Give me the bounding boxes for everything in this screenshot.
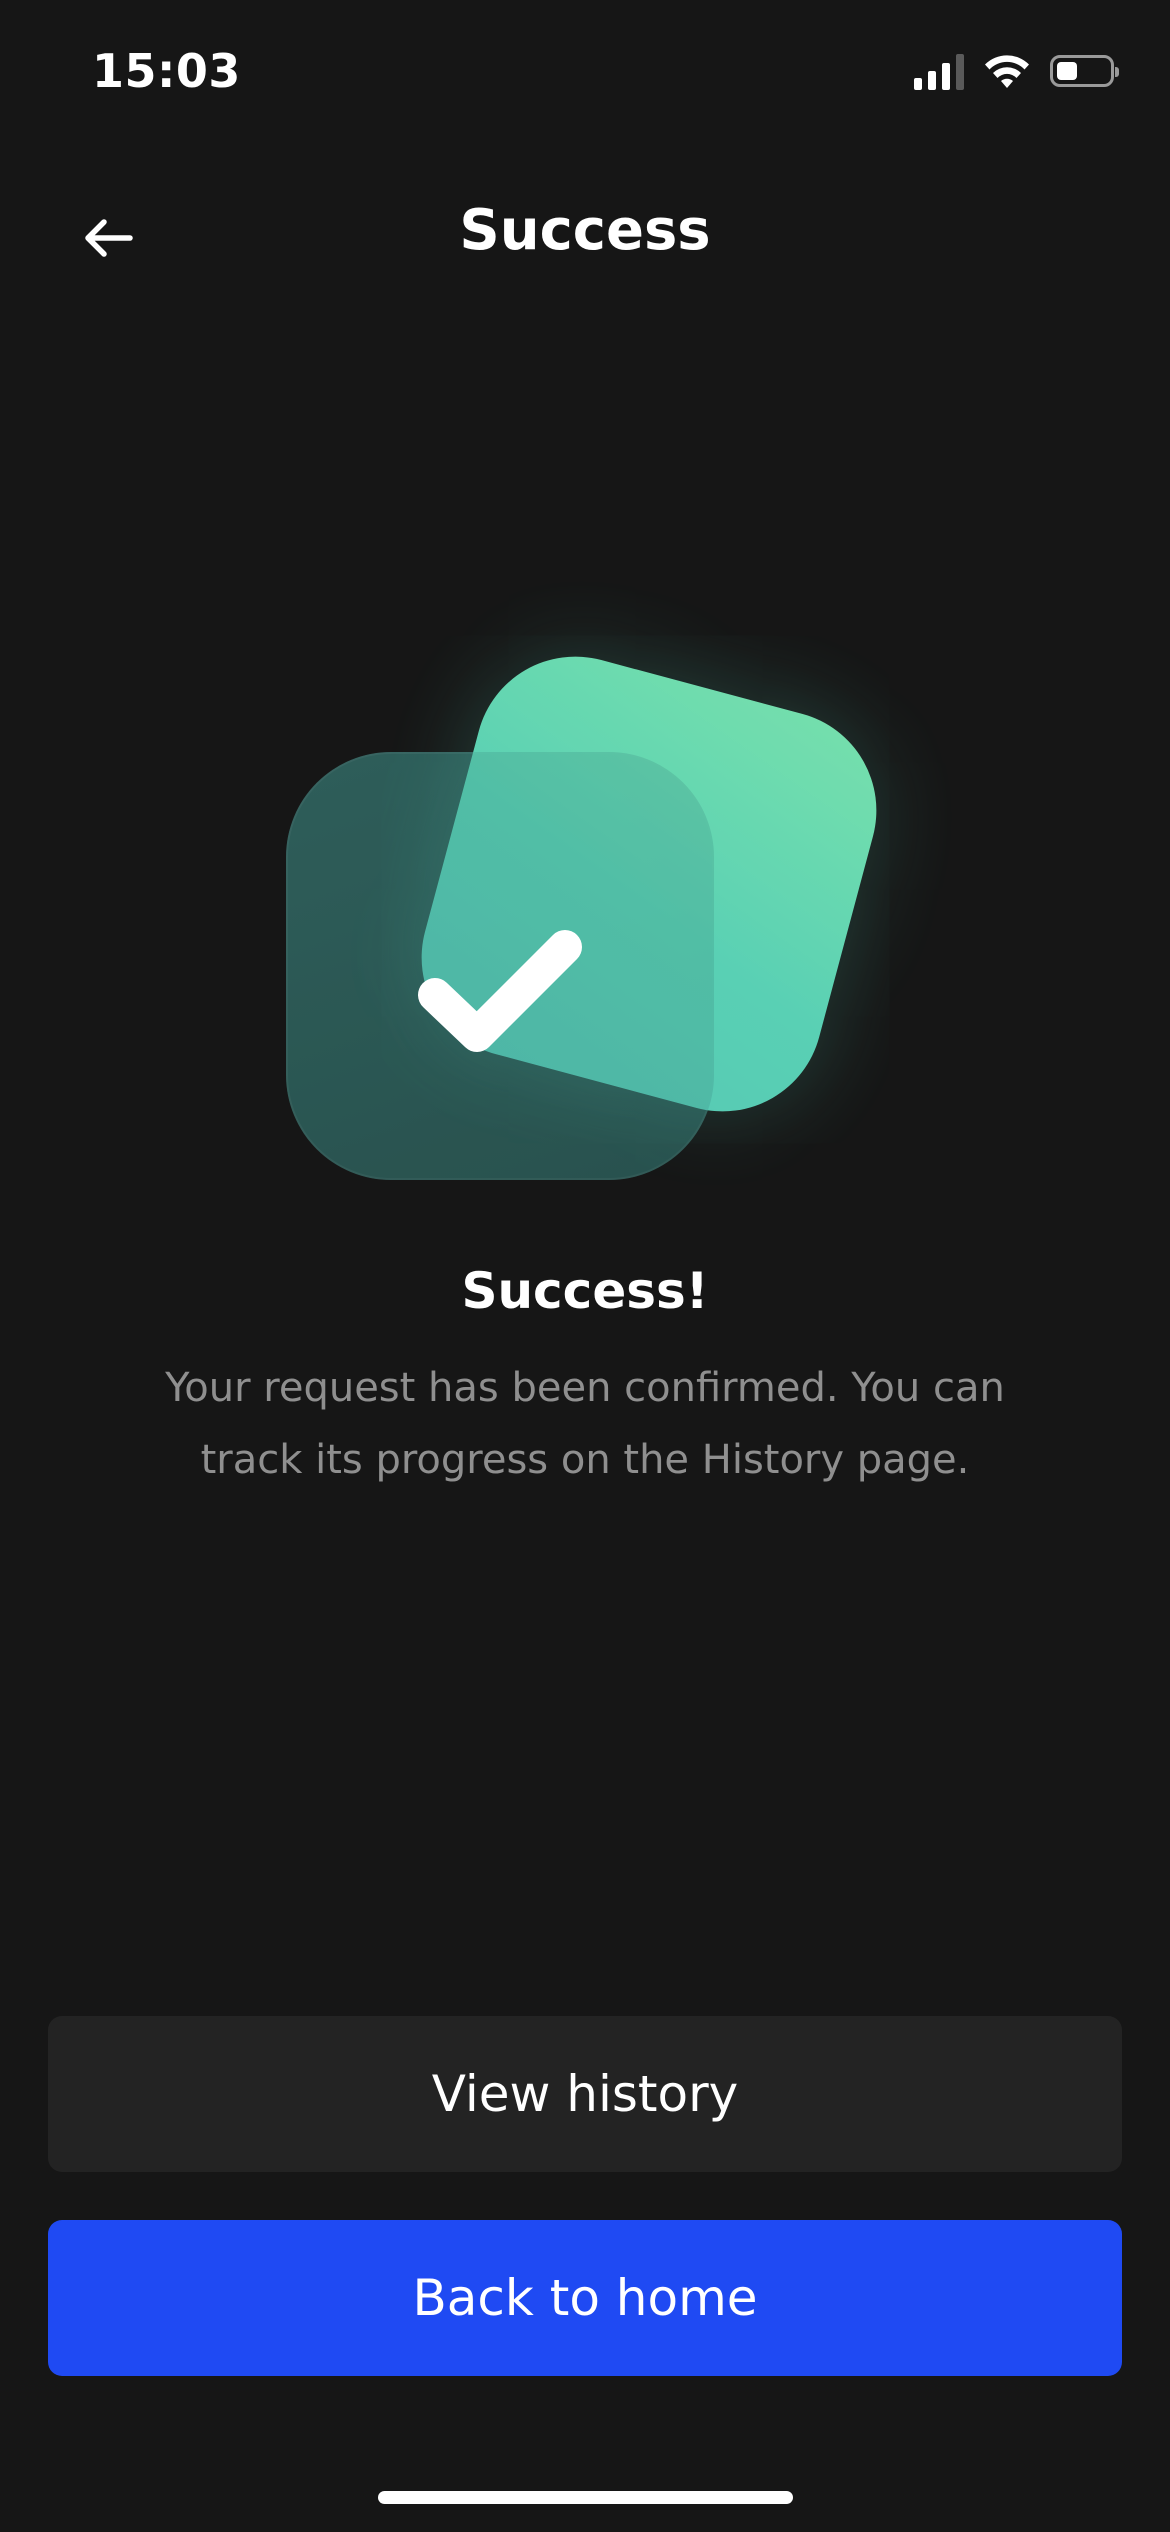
back-to-home-button[interactable]: Back to home [48,2220,1122,2376]
signal-icon [914,52,964,90]
wifi-icon [985,55,1029,88]
success-illustration [270,634,899,1200]
success-description: Your request has been confirmed. You can… [165,1365,1005,1483]
check-icon [418,930,582,1052]
battery-icon [1050,55,1119,87]
status-icons [914,52,1119,90]
status-time: 15:03 [92,44,241,98]
view-history-button[interactable]: View history [48,2016,1122,2172]
page-title: Success [459,198,711,263]
success-heading: Success! [461,1262,709,1320]
home-indicator[interactable] [378,2491,793,2504]
status-bar: 15:03 [0,0,1170,150]
